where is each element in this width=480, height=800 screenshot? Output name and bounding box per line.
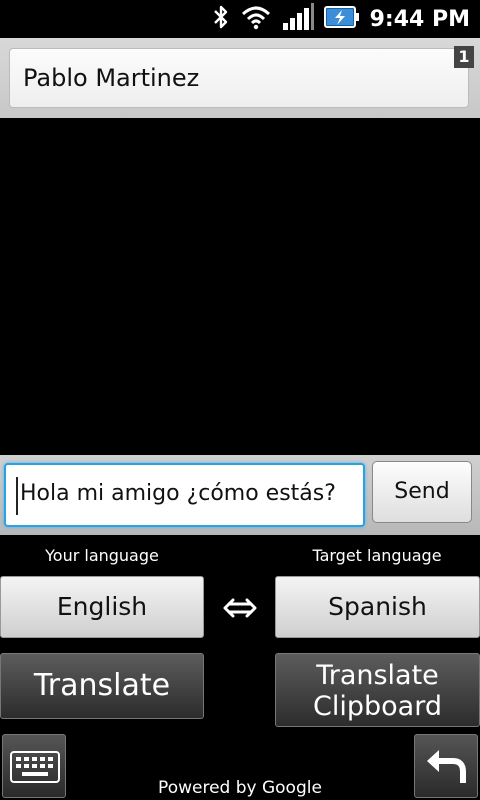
recipient-count-badge: 1 — [454, 46, 474, 68]
recipient-field[interactable]: Pablo Martinez — [9, 48, 469, 108]
status-icons: 9:44 PM — [212, 3, 470, 35]
message-text: Hola mi amigo ¿cómo estás? — [20, 481, 336, 506]
signal-icon — [282, 3, 314, 35]
bluetooth-icon — [212, 4, 230, 34]
swap-arrows-icon[interactable] — [222, 593, 258, 623]
send-button[interactable]: Send — [372, 461, 472, 523]
wifi-icon — [240, 4, 272, 34]
compose-bar: Hola mi amigo ¿cómo estás? Send — [0, 455, 480, 535]
text-caret — [16, 477, 18, 515]
target-language-label: Target language — [312, 546, 442, 565]
powered-by-label: Powered by Google — [158, 778, 322, 798]
status-bar: 9:44 PM — [0, 0, 480, 38]
target-language-button[interactable]: Spanish — [275, 576, 480, 638]
translate-clipboard-button[interactable]: Translate Clipboard — [275, 653, 480, 727]
translate-clipboard-line1: Translate — [316, 660, 439, 691]
your-language-label: Your language — [45, 546, 159, 565]
your-language-button[interactable]: English — [0, 576, 204, 638]
conversation-area — [0, 118, 480, 455]
undo-icon — [425, 745, 469, 793]
back-button[interactable] — [414, 734, 478, 798]
translate-button[interactable]: Translate — [0, 653, 204, 719]
battery-charging-icon — [323, 5, 360, 33]
status-time: 9:44 PM — [369, 6, 470, 32]
translate-clipboard-line2: Clipboard — [313, 691, 442, 722]
message-input[interactable]: Hola mi amigo ¿cómo estás? — [4, 463, 365, 527]
recipient-header: Pablo Martinez 1 — [0, 38, 480, 118]
